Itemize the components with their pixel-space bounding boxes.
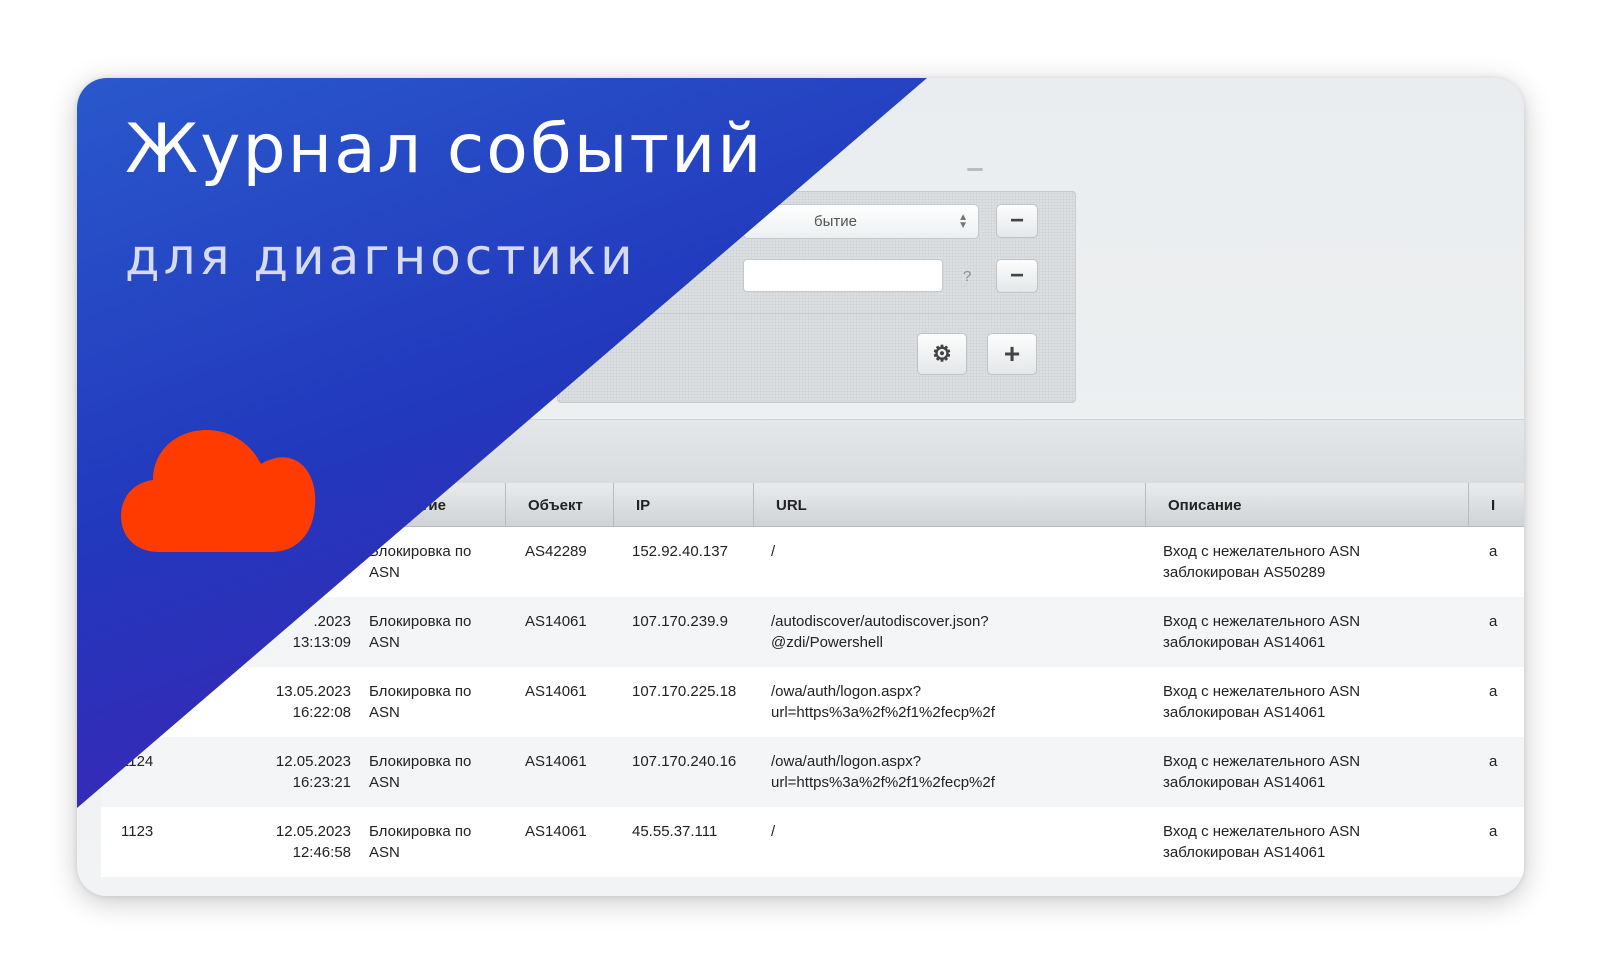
cell-object: AS14061 bbox=[525, 613, 587, 630]
cell-event-line1: Блокировка по bbox=[369, 753, 472, 770]
column-header-extra[interactable]: I bbox=[1469, 483, 1524, 527]
cell-ip: 45.55.37.111 bbox=[632, 823, 718, 840]
panel-collapse-icon[interactable] bbox=[967, 168, 983, 171]
cell-url-line1: /owa/auth/logon.aspx? bbox=[771, 753, 922, 770]
banner-title: Журнал событий bbox=[125, 110, 764, 189]
cell-event-line2: ASN bbox=[369, 634, 400, 651]
column-header-description[interactable]: Описание bbox=[1146, 483, 1469, 527]
banner-subtitle: для диагностики bbox=[125, 228, 637, 286]
cell-time: 16:22:08 bbox=[292, 704, 351, 721]
cell-event: Блокировка по ASN bbox=[369, 611, 471, 653]
cell-event-line1: Блокировка по bbox=[369, 613, 472, 630]
cell-object: AS42289 bbox=[525, 543, 587, 560]
cell-event-line1: Блокировка по bbox=[369, 543, 472, 560]
cell-url: /owa/auth/logon.aspx? url=https%3a%2f%2f1… bbox=[771, 751, 995, 793]
table-row[interactable]: 1124 12.05.2023 16:23:21 Блокировка по ASN… bbox=[101, 737, 1524, 807]
cell-url-line2: url=https%3a%2f%2f1%2fecp%2f bbox=[771, 704, 995, 721]
cell-description: Вход с нежелательного ASN заблокирован AS… bbox=[1163, 681, 1360, 723]
minus-icon: − bbox=[1009, 207, 1024, 234]
cell-event: Блокировка по ASN bbox=[369, 821, 471, 863]
cell-url-line1: /autodiscover/autodiscover.json? bbox=[771, 613, 989, 630]
cell-event-line2: ASN bbox=[369, 704, 400, 721]
cell-desc-line2: заблокирован AS14061 bbox=[1163, 704, 1326, 721]
cell-url-line2: url=https%3a%2f%2f1%2fecp%2f bbox=[771, 774, 995, 791]
add-condition-button[interactable]: + bbox=[987, 333, 1037, 375]
cell-event: Блокировка по ASN bbox=[369, 541, 471, 583]
minus-icon: − bbox=[1009, 262, 1024, 289]
cell-datetime: 12.05.2023 12:46:58 bbox=[241, 821, 351, 863]
column-header-url[interactable]: URL bbox=[754, 483, 1146, 527]
cell-desc-line1: Вход с нежелательного ASN bbox=[1163, 683, 1361, 700]
cell-extra: a bbox=[1489, 823, 1498, 840]
cell-date: 12.05.2023 bbox=[275, 753, 351, 770]
cell-event: Блокировка по ASN bbox=[369, 751, 471, 793]
column-header-object[interactable]: Объект bbox=[506, 483, 614, 527]
cell-url: /owa/auth/logon.aspx? url=https%3a%2f%2f1… bbox=[771, 681, 995, 723]
settings-button[interactable]: ⚙ bbox=[917, 333, 967, 375]
event-type-select-value: бытие bbox=[814, 213, 857, 230]
cell-description: Вход с нежелательного ASN заблокирован AS… bbox=[1163, 541, 1360, 583]
cell-extra: a bbox=[1489, 543, 1498, 560]
cell-ip: 107.170.239.9 bbox=[632, 613, 728, 630]
table-row[interactable]: 13.05.2023 16:22:08 Блокировка по ASN AS14… bbox=[101, 667, 1524, 737]
cloud-icon bbox=[121, 430, 316, 552]
cell-object: AS14061 bbox=[525, 683, 587, 700]
cell-desc-line2: заблокирован AS50289 bbox=[1163, 564, 1326, 581]
cell-ip: 107.170.240.16 bbox=[632, 753, 737, 770]
promo-card: бытие ▲ ▼ − ? − ⚙ + тие Объект IP URL Оп… bbox=[77, 78, 1524, 896]
cell-id: 1123 bbox=[121, 823, 154, 840]
cell-url: / bbox=[771, 541, 775, 562]
cell-object: AS14061 bbox=[525, 823, 587, 840]
cell-object: AS14061 bbox=[525, 753, 587, 770]
cell-desc-line1: Вход с нежелательного ASN bbox=[1163, 823, 1361, 840]
filter-value-input[interactable] bbox=[743, 259, 943, 292]
cell-url: / bbox=[771, 821, 775, 842]
plus-icon: + bbox=[1003, 338, 1021, 369]
cell-event-line2: ASN bbox=[369, 844, 400, 861]
cell-url-line1: / bbox=[771, 823, 776, 840]
cell-description: Вход с нежелательного ASN заблокирован AS… bbox=[1163, 821, 1360, 863]
cell-url-line1: / bbox=[771, 543, 776, 560]
cell-description: Вход с нежелательного ASN заблокирован AS… bbox=[1163, 751, 1360, 793]
cell-desc-line2: заблокирован AS14061 bbox=[1163, 774, 1326, 791]
table-row[interactable]: 1123 12.05.2023 12:46:58 Блокировка по ASN… bbox=[101, 807, 1524, 877]
cell-date: 13.05.2023 bbox=[275, 683, 351, 700]
cell-event-line1: Блокировка по bbox=[369, 823, 472, 840]
cell-desc-line1: Вход с нежелательного ASN bbox=[1163, 543, 1361, 560]
remove-condition-button-2[interactable]: − bbox=[996, 259, 1038, 293]
event-type-select[interactable]: бытие ▲ ▼ bbox=[743, 204, 979, 239]
cell-extra: a bbox=[1489, 753, 1498, 770]
cell-desc-line1: Вход с нежелательного ASN bbox=[1163, 613, 1361, 630]
cell-event-line2: ASN bbox=[369, 564, 400, 581]
cell-event: Блокировка по ASN bbox=[369, 681, 471, 723]
cell-desc-line2: заблокирован AS14061 bbox=[1163, 634, 1326, 651]
select-arrows-icon: ▲ ▼ bbox=[958, 212, 968, 231]
cell-ip: 107.170.225.18 bbox=[632, 683, 737, 700]
cell-ip: 152.92.40.137 bbox=[632, 543, 728, 560]
cell-description: Вход с нежелательного ASN заблокирован AS… bbox=[1163, 611, 1360, 653]
cell-time: 12:46:58 bbox=[292, 844, 351, 861]
cell-datetime: 12.05.2023 16:23:21 bbox=[241, 751, 351, 793]
cell-extra: a bbox=[1489, 613, 1498, 630]
cell-date: 12.05.2023 bbox=[275, 823, 351, 840]
column-header-ip[interactable]: IP bbox=[614, 483, 754, 527]
gear-icon: ⚙ bbox=[932, 341, 952, 366]
cell-url: /autodiscover/autodiscover.json? @zdi/Pow… bbox=[771, 611, 989, 653]
cell-time: 16:23:21 bbox=[292, 774, 351, 791]
table-row[interactable]: .2023 13:13:09 Блокировка по ASN AS14061 1… bbox=[101, 597, 1524, 667]
cell-desc-line2: заблокирован AS14061 bbox=[1163, 844, 1326, 861]
cell-extra: a bbox=[1489, 683, 1498, 700]
cell-desc-line1: Вход с нежелательного ASN bbox=[1163, 753, 1361, 770]
remove-condition-button-1[interactable]: − bbox=[996, 204, 1038, 238]
cell-url-line1: /owa/auth/logon.aspx? bbox=[771, 683, 922, 700]
cell-datetime: 13.05.2023 16:22:08 bbox=[241, 681, 351, 723]
help-icon[interactable]: ? bbox=[963, 268, 971, 285]
cell-event-line2: ASN bbox=[369, 774, 400, 791]
cell-url-line2: @zdi/Powershell bbox=[771, 634, 883, 651]
cell-event-line1: Блокировка по bbox=[369, 683, 472, 700]
